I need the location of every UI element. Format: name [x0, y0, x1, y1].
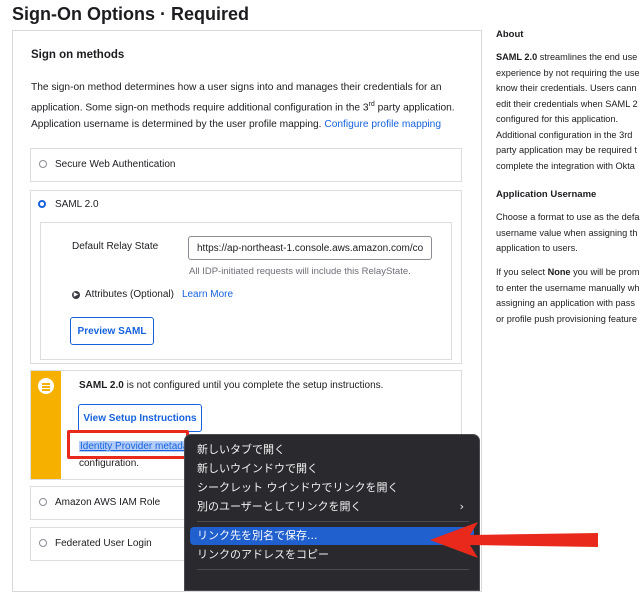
help-line: Choose a format to use as the defa — [496, 212, 640, 222]
about-line: configured for this application. — [496, 114, 619, 124]
help-text: If you select — [496, 267, 548, 277]
username-info: Application username is determined by th… — [31, 119, 441, 130]
help-bold: None — [547, 267, 571, 277]
annotation-highlight-box — [67, 430, 189, 459]
relay-state-input[interactable] — [188, 236, 432, 260]
about-text: streamlines the end use — [537, 52, 638, 62]
attributes-row[interactable]: ▶ Attributes (Optional) Learn More — [72, 289, 233, 300]
description-line-2: application. Some sign-on methods requir… — [31, 96, 471, 116]
list-icon — [38, 378, 54, 394]
menu-item-label: 別のユーザーとしてリンクを開く — [197, 500, 362, 513]
description-line-1: The sign-on method determines how a user… — [31, 82, 442, 93]
submenu-arrow-icon: › — [459, 500, 464, 513]
username-text: Application username is determined by th… — [31, 119, 325, 130]
context-menu: 新しいタブで開く 新しいウインドウで開く シークレット ウインドウでリンクを開く… — [184, 434, 480, 591]
menu-item-open-new-tab[interactable]: 新しいタブで開く — [190, 441, 474, 459]
help-line: If you select None you will be prom — [496, 265, 640, 281]
about-line: edit their credentials when SAML 2 — [496, 98, 638, 109]
about-line: know their credentials. Users cann — [496, 83, 637, 93]
menu-separator — [197, 569, 469, 570]
preview-saml-button[interactable]: Preview SAML — [70, 317, 154, 345]
username-help-paragraph: Choose a format to use as the defa usern… — [496, 210, 640, 257]
about-bold: SAML 2.0 — [496, 52, 538, 62]
menu-item-open-as-other-user[interactable]: 別のユーザーとしてリンクを開く › — [190, 498, 474, 516]
radio-federated[interactable] — [39, 539, 47, 547]
description-text-end: party application. — [374, 102, 455, 114]
help-line: application to users. — [496, 243, 578, 253]
menu-item-open-new-window[interactable]: 新しいウインドウで開く — [190, 460, 474, 478]
section-title: Sign on methods — [31, 49, 125, 61]
menu-item-open-incognito[interactable]: シークレット ウインドウでリンクを開く — [190, 479, 474, 497]
learn-more-link[interactable]: Learn More — [182, 289, 233, 300]
radio-swa[interactable] — [39, 160, 47, 168]
configuration-text: configuration. — [79, 458, 140, 469]
option-swa-label: Secure Web Authentication — [55, 159, 176, 170]
about-line: Additional configuration in the 3rd — [496, 129, 633, 140]
help-line: or profile push provisioning feature — [496, 313, 637, 324]
help-line: username value when assigning th — [496, 227, 638, 238]
notice-message: is not configured until you complete the… — [123, 380, 384, 391]
radio-aws-iam[interactable] — [39, 498, 47, 506]
option-federated-label: Federated User Login — [55, 538, 152, 549]
about-line: complete the integration with Okta — [496, 160, 635, 171]
option-saml-label: SAML 2.0 — [55, 199, 99, 210]
notice-bold: SAML 2.0 — [79, 380, 124, 391]
option-aws-iam-label: Amazon AWS IAM Role — [55, 497, 161, 508]
chevron-right-icon[interactable]: ▶ — [72, 290, 80, 299]
sign-on-description: The sign-on method determines how a user… — [31, 79, 471, 116]
application-username-title: Application Username — [496, 189, 597, 200]
about-line: experience by not requiring the use — [496, 67, 640, 78]
help-text: you will be prom — [570, 267, 640, 277]
menu-separator — [197, 521, 469, 522]
notice-text: SAML 2.0 is not configured until you com… — [79, 380, 383, 391]
configure-profile-mapping-link[interactable]: Configure profile mapping — [324, 119, 441, 130]
about-line: SAML 2.0 streamlines the end use — [496, 50, 640, 66]
help-line: assigning an application with pass — [496, 298, 635, 308]
page-title: Sign-On Options · Required — [12, 4, 249, 24]
help-line: to enter the username manually wh — [496, 282, 640, 293]
radio-saml-selected[interactable] — [38, 200, 46, 208]
annotation-arrow-icon — [430, 522, 598, 558]
view-setup-instructions-button[interactable]: View Setup Instructions — [78, 404, 202, 432]
relay-state-hint: All IDP-initiated requests will include … — [189, 266, 411, 277]
description-text: application. Some sign-on methods requir… — [31, 102, 369, 114]
attributes-label: Attributes (Optional) — [85, 289, 174, 300]
about-line: party application may be required t — [496, 145, 637, 155]
none-help-paragraph: If you select None you will be prom to e… — [496, 265, 640, 327]
about-paragraph: SAML 2.0 streamlines the end use experie… — [496, 50, 640, 174]
about-title: About — [496, 29, 524, 40]
relay-state-label: Default Relay State — [72, 241, 159, 252]
